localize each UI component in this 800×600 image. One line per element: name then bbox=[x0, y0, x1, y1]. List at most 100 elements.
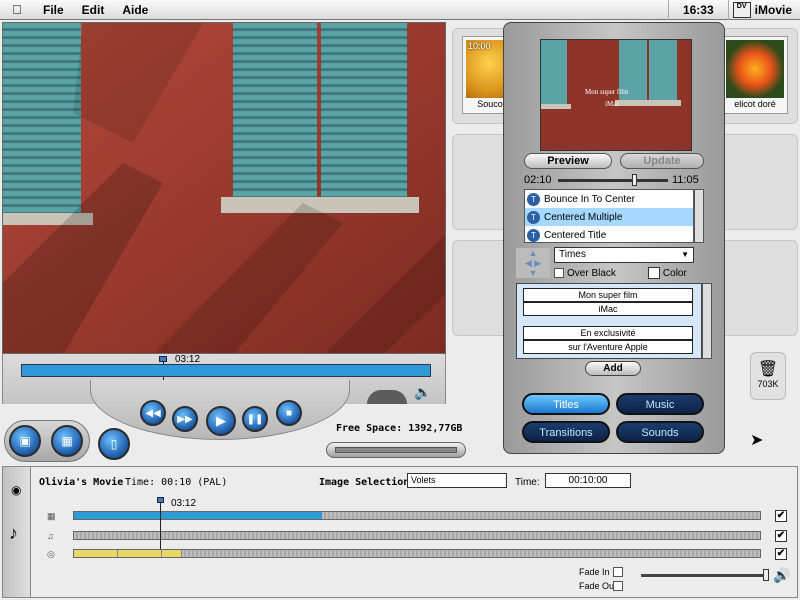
tab-music[interactable]: Music bbox=[616, 393, 704, 415]
preview-button[interactable]: Preview bbox=[524, 153, 612, 169]
add-title-button[interactable]: Add bbox=[585, 361, 641, 376]
export-button[interactable]: ▯ bbox=[98, 428, 130, 460]
font-select[interactable]: Times ▼ bbox=[554, 247, 694, 263]
shelf-clip[interactable]: elicot doré bbox=[722, 36, 788, 114]
audio-clip[interactable] bbox=[162, 550, 182, 557]
video-track-checkbox[interactable]: ✔ bbox=[775, 510, 787, 522]
viewer-scrubber-bar[interactable] bbox=[21, 364, 431, 377]
imovie-app-icon[interactable]: DV bbox=[732, 2, 751, 18]
audio-track-1[interactable] bbox=[73, 531, 761, 540]
audio-track-2[interactable] bbox=[73, 549, 761, 558]
direction-pad[interactable]: ▲ ◀ ▶ ▼ bbox=[516, 248, 550, 278]
color-label: Color bbox=[662, 267, 687, 279]
mouse-cursor-icon: ➤ bbox=[750, 432, 764, 449]
tab-sounds[interactable]: Sounds bbox=[616, 421, 704, 443]
menu-help[interactable]: Aide bbox=[113, 3, 157, 17]
free-space-gauge bbox=[326, 442, 466, 458]
speaker-icon[interactable]: 🔈 bbox=[414, 384, 431, 401]
title-text-fields: Mon super film iMac En exclusivité sur l… bbox=[516, 283, 702, 359]
timeline-playhead-time: 03:12 bbox=[171, 498, 197, 509]
preview-title-line-1: Mon super film bbox=[585, 88, 629, 96]
title-style-name: Centered Title bbox=[544, 229, 607, 241]
timeline: ◉ ♪ Olivia's Movie Time: 00:10 (PAL) Ima… bbox=[2, 466, 798, 598]
clip-duration: 10:00 bbox=[468, 41, 491, 51]
title-icon: T bbox=[527, 210, 540, 224]
rewind-button[interactable]: ◀◀ bbox=[140, 400, 166, 426]
update-button[interactable]: Update bbox=[620, 153, 704, 169]
music-track-icon: ◎ bbox=[47, 549, 55, 559]
title-options: Over Black Color bbox=[554, 267, 687, 279]
menu-right: 16:33 DV iMovie bbox=[667, 0, 800, 20]
video-track-icon: ▦ bbox=[47, 511, 56, 521]
tab-transitions[interactable]: Transitions bbox=[522, 421, 610, 443]
font-select-value: Times bbox=[559, 249, 586, 260]
list-item[interactable]: T Centered Title bbox=[525, 226, 693, 242]
list-item[interactable]: T Bounce In To Center bbox=[525, 190, 693, 208]
clock[interactable]: 16:33 bbox=[667, 0, 729, 20]
title-style-name: Bounce In To Center bbox=[544, 193, 635, 205]
video-clip[interactable] bbox=[74, 512, 322, 519]
slider-track[interactable] bbox=[558, 179, 668, 182]
preview-title-line-2: iMac bbox=[605, 100, 620, 108]
title-style-list: T Bounce In To Center T Centered Multiple … bbox=[524, 189, 694, 243]
pause-icon: ❚❚ bbox=[246, 413, 264, 425]
clip-volume-slider[interactable] bbox=[641, 574, 769, 577]
stop-button[interactable]: ■ bbox=[276, 400, 302, 426]
audio-track-1-checkbox[interactable]: ✔ bbox=[775, 530, 787, 542]
application-menu[interactable]: iMovie bbox=[751, 3, 800, 17]
list-item[interactable]: T Centered Multiple bbox=[525, 208, 693, 226]
title-text-field[interactable]: Mon super film bbox=[523, 288, 693, 302]
trash[interactable]: 🗑 703K bbox=[750, 352, 786, 400]
tab-titles[interactable]: Titles bbox=[522, 393, 610, 415]
free-space-label: Free Space: 1392,77GB bbox=[336, 423, 463, 434]
over-black-checkbox[interactable] bbox=[554, 268, 564, 278]
time-field[interactable]: 00:10:00 bbox=[545, 473, 631, 488]
film-strip-icon: ▦ bbox=[61, 434, 73, 448]
audio-clip[interactable] bbox=[118, 550, 162, 557]
title-icon: T bbox=[527, 228, 540, 242]
audio-clip[interactable] bbox=[74, 550, 118, 557]
title-text-field[interactable]: iMac bbox=[523, 302, 693, 316]
speaker-icon: 🔊 bbox=[773, 567, 791, 583]
image-selection-field[interactable]: Volets bbox=[407, 473, 507, 488]
apple-menu-icon[interactable]:  bbox=[0, 2, 34, 17]
menu-bar:  File Edit Aide 16:33 DV iMovie bbox=[0, 0, 800, 20]
timeline-header: Olivia's Movie Time: 00:10 (PAL) Image S… bbox=[31, 471, 797, 491]
audio-track-2-checkbox[interactable]: ✔ bbox=[775, 548, 787, 560]
movie-title: Olivia's Movie bbox=[39, 477, 124, 488]
music-note-icon[interactable]: ♪ bbox=[9, 523, 18, 544]
color-swatch[interactable] bbox=[647, 267, 660, 279]
camera-mode-button[interactable]: ▣ bbox=[9, 425, 41, 457]
viewer-image bbox=[3, 23, 445, 353]
slider-min-label: 02:10 bbox=[524, 174, 552, 186]
clip-volume-knob[interactable] bbox=[763, 569, 769, 581]
pause-button[interactable]: ❚❚ bbox=[242, 406, 268, 432]
title-preview: Mon super film iMac bbox=[540, 39, 692, 151]
title-text-field[interactable]: sur l'Aventure Apple bbox=[523, 340, 693, 354]
edit-mode-button[interactable]: ▦ bbox=[51, 425, 83, 457]
chevron-down-icon: ▼ bbox=[681, 250, 689, 259]
camera-icon: ▣ bbox=[19, 434, 31, 448]
stop-icon: ■ bbox=[285, 407, 293, 419]
trash-icon: 🗑 bbox=[757, 361, 779, 378]
fade-in-label: Fade In bbox=[579, 567, 610, 577]
free-space-gauge-fill bbox=[335, 447, 457, 453]
video-track[interactable] bbox=[73, 511, 761, 520]
fast-forward-button[interactable]: ▶▶ bbox=[172, 406, 198, 432]
title-style-name: Centered Multiple bbox=[544, 211, 623, 223]
titles-panel: Mon super film iMac Preview Update 02:10… bbox=[503, 22, 725, 454]
volume-dome bbox=[367, 390, 407, 404]
title-text-field[interactable]: En exclusivité bbox=[523, 326, 693, 340]
eye-icon[interactable]: ◉ bbox=[11, 483, 21, 497]
menu-file[interactable]: File bbox=[34, 3, 73, 17]
movie-duration: Time: 00:10 (PAL) bbox=[125, 477, 228, 488]
fade-out-checkbox[interactable] bbox=[613, 581, 623, 591]
fade-in-checkbox[interactable] bbox=[613, 567, 623, 577]
timeline-playhead-line bbox=[160, 503, 161, 549]
play-button[interactable]: ▶ bbox=[206, 406, 236, 436]
menu-edit[interactable]: Edit bbox=[73, 3, 114, 17]
title-icon: T bbox=[527, 192, 540, 206]
text-fields-scrollbar[interactable] bbox=[702, 283, 712, 359]
slider-thumb[interactable] bbox=[632, 174, 637, 186]
title-list-scrollbar[interactable] bbox=[694, 189, 704, 243]
